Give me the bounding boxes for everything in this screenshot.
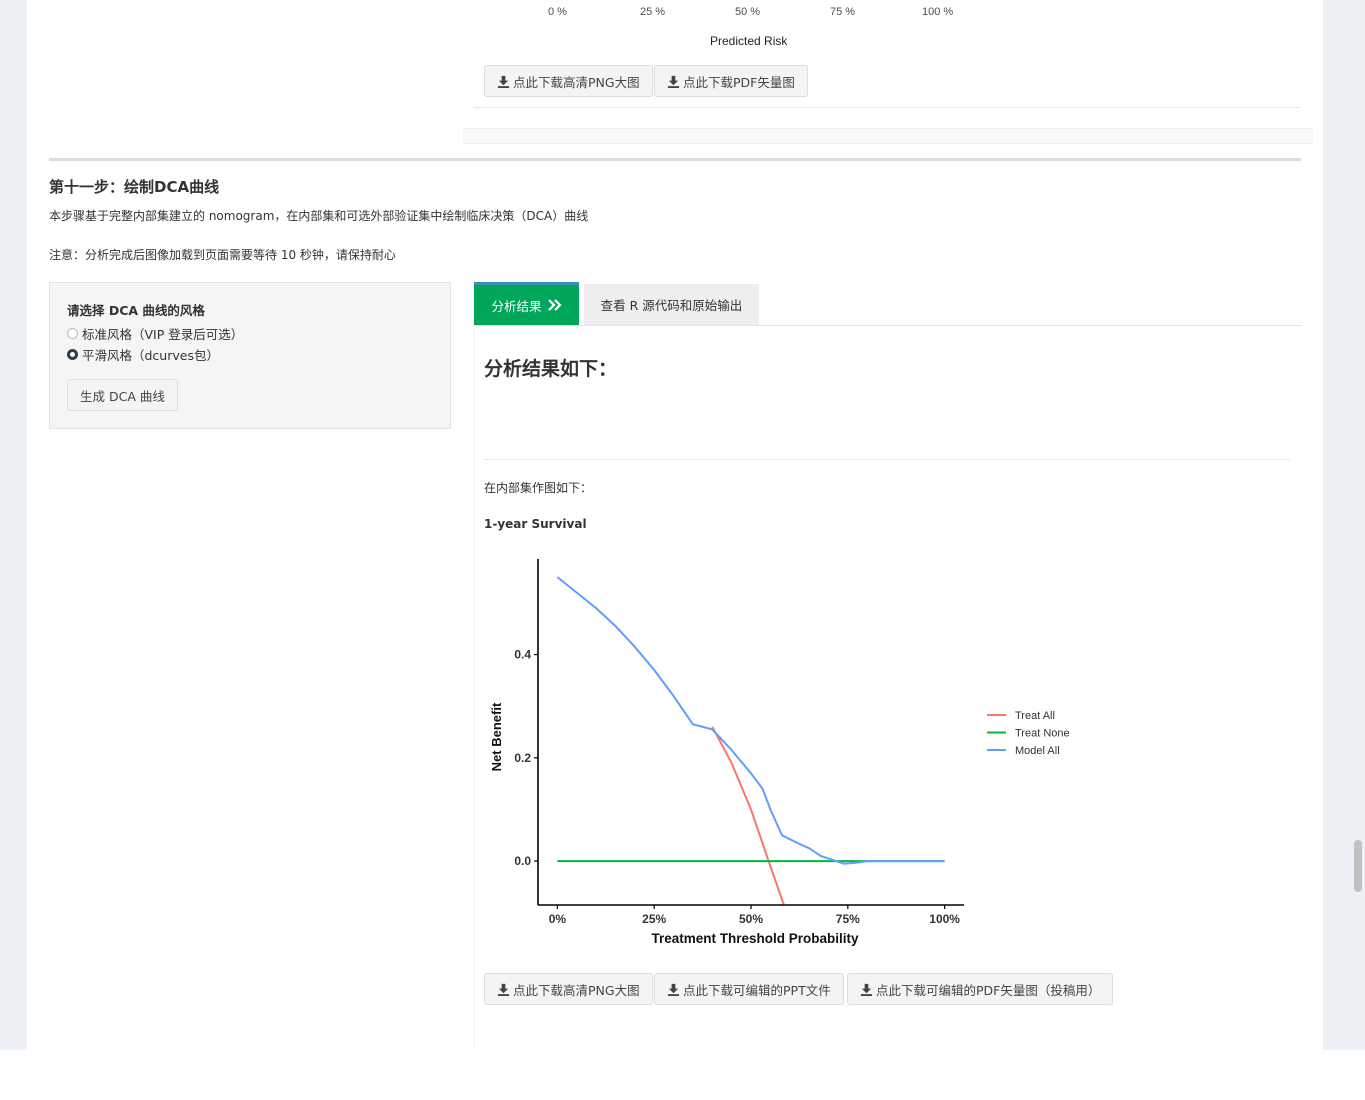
tab-label: 分析结果 <box>491 298 542 314</box>
section-footer-strip <box>463 128 1313 144</box>
panel-title: 请选择 DCA 曲线的风格 <box>67 303 205 318</box>
top-x-tick: 50 % <box>735 6 761 18</box>
legend-label: Treat All <box>1015 710 1055 722</box>
button-label: 点此下载高清PNG大图 <box>513 982 640 998</box>
tab-pane-border <box>474 325 475 1047</box>
step-note: 注意：分析完成后图像加载到页面需要等待 10 秒钟，请保持耐心 <box>49 248 396 262</box>
tab-source-code[interactable]: 查看 R 源代码和原始输出 <box>584 284 759 325</box>
radio-label: 标准风格（VIP 登录后可选） <box>82 327 244 342</box>
dca-chart: 0% 25% 50% 75% 100% 0.0 0.2 0.4 Treatment Thresh… <box>489 559 1070 946</box>
section-separator <box>49 158 1301 161</box>
x-tick-label: 100% <box>929 912 960 926</box>
x-tick-label: 25% <box>642 912 666 926</box>
radio-button-selected[interactable] <box>67 349 78 360</box>
scrollbar-track[interactable] <box>1350 0 1365 1050</box>
download-pdf-button[interactable]: 点此下载可编辑的PDF矢量图（投稿用） <box>847 973 1114 1005</box>
top-x-tick: 100 % <box>922 6 954 18</box>
button-label: 点此下载可编辑的PPT文件 <box>683 982 831 998</box>
x-tick-label: 75% <box>836 912 860 926</box>
download-icon <box>497 983 510 996</box>
internal-set-label: 在内部集作图如下： <box>484 481 593 495</box>
download-png-button[interactable]: 点此下载高清PNG大图 <box>484 973 653 1005</box>
button-label: 点此下载可编辑的PDF矢量图（投稿用） <box>876 982 1101 998</box>
top-x-tick: 25 % <box>640 6 666 18</box>
y-axis-title: Net Benefit <box>489 702 504 771</box>
download-ppt-button[interactable]: 点此下载可编辑的PPT文件 <box>654 973 844 1005</box>
scrollbar-thumb[interactable] <box>1354 840 1362 892</box>
legend-label: Treat None <box>1015 728 1070 740</box>
y-tick-label: 0.0 <box>514 854 531 868</box>
divider <box>474 107 1300 108</box>
tab-underline <box>474 325 1302 326</box>
top-x-tick: 75 % <box>830 6 856 18</box>
survival-label: 1-year Survival <box>484 517 587 531</box>
download-icon <box>667 983 680 996</box>
radio-label: 平滑风格（dcurves包） <box>82 348 219 363</box>
series-line-model-all <box>556 576 945 865</box>
x-tick-label: 0% <box>549 912 567 926</box>
step-title: 第十一步：绘制DCA曲线 <box>49 178 220 196</box>
top-x-tick: 0 % <box>548 6 567 18</box>
tab-results[interactable]: 分析结果 <box>474 282 579 325</box>
x-axis-title: Treatment Threshold Probability <box>651 931 859 946</box>
download-pdf-button-top[interactable]: 点此下载PDF矢量图 <box>654 65 808 97</box>
x-tick-label: 50% <box>739 912 763 926</box>
download-icon <box>860 983 873 996</box>
radio-button[interactable] <box>67 328 78 339</box>
button-label: 点此下载PDF矢量图 <box>683 74 795 90</box>
results-heading: 分析结果如下： <box>484 358 618 380</box>
dca-style-panel: 请选择 DCA 曲线的风格 标准风格（VIP 登录后可选） 平滑风格（dcurv… <box>49 282 451 429</box>
button-label: 点此下载高清PNG大图 <box>513 74 640 90</box>
download-icon <box>667 75 680 88</box>
radio-option-standard[interactable]: 标准风格（VIP 登录后可选） <box>67 324 243 343</box>
radio-option-smooth[interactable]: 平滑风格（dcurves包） <box>67 345 219 364</box>
download-png-button-top[interactable]: 点此下载高清PNG大图 <box>484 65 653 97</box>
legend-label: Model All <box>1015 745 1060 757</box>
divider <box>484 459 1290 460</box>
double-chevron-right-icon <box>547 299 562 311</box>
top-x-axis-title: Predicted Risk <box>710 34 788 48</box>
y-tick-label: 0.2 <box>514 751 531 765</box>
generate-dca-button[interactable]: 生成 DCA 曲线 <box>67 379 178 411</box>
download-icon <box>497 75 510 88</box>
step-description: 本步骤基于完整内部集建立的 nomogram，在内部集和可选外部验证集中绘制临床… <box>49 209 589 223</box>
y-tick-label: 0.4 <box>514 648 531 662</box>
